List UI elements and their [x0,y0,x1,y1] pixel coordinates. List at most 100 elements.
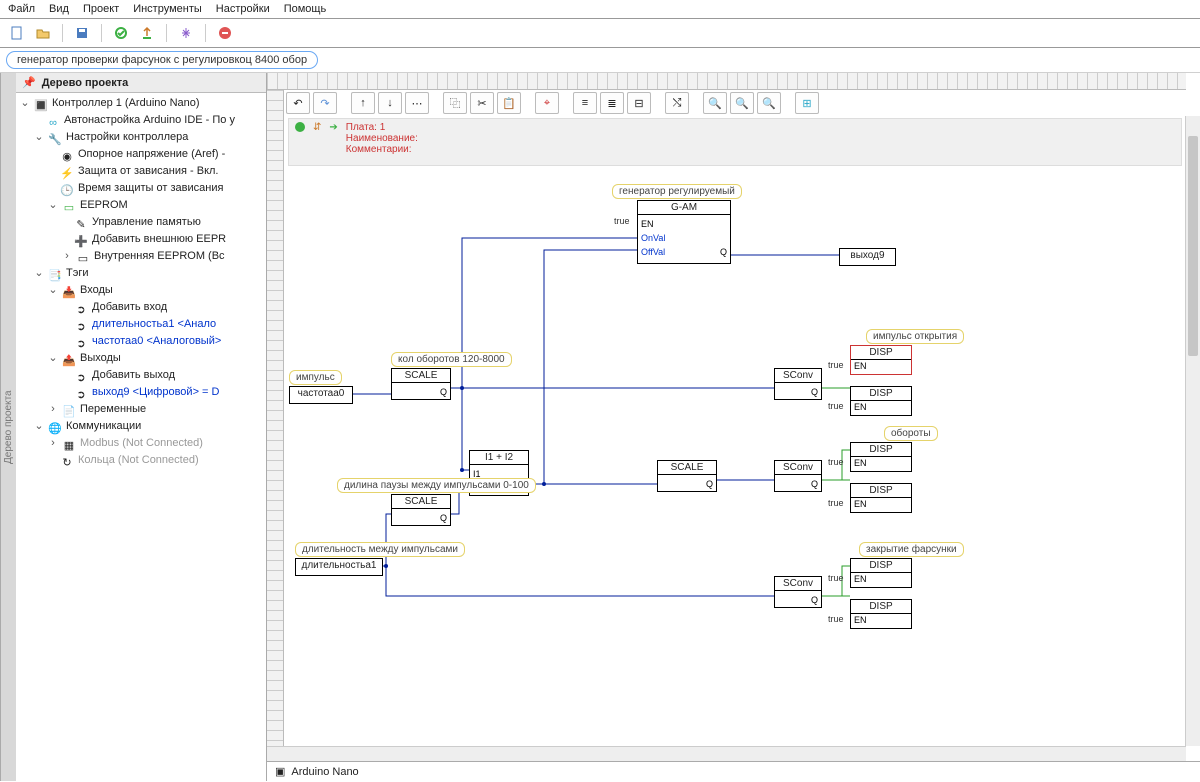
side-tab-tree[interactable]: Дерево проекта [0,73,16,781]
project-tree[interactable]: ⌄🔳Контроллер 1 (Arduino Nano) ∞Автонастр… [16,93,266,471]
check-icon[interactable] [110,22,132,44]
tree-add-ext[interactable]: Добавить внешнюю EEPR [92,231,226,248]
tree-rings[interactable]: Кольца (Not Connected) [78,452,199,469]
disp-hdr: DISP [851,559,911,573]
upload-icon[interactable] [136,22,158,44]
down-icon[interactable]: ↓ [378,92,402,114]
tree-settings[interactable]: Настройки контроллера [66,129,188,146]
block-out9[interactable]: выход9 [839,248,896,266]
block-sconv1[interactable]: SConvQ [774,368,822,400]
tree-eeprom[interactable]: EEPROM [80,197,128,214]
tree-tags[interactable]: Тэги [66,265,89,282]
label-dur[interactable]: длительность между импульсами [295,542,465,557]
rings-icon: ↻ [60,455,74,467]
menu-settings[interactable]: Настройки [216,3,270,15]
up-icon[interactable]: ↑ [351,92,375,114]
tree-aref[interactable]: Опорное напряжение (Aref) - [78,146,225,163]
stop-icon[interactable] [214,22,236,44]
tree-watchdog[interactable]: Защита от зависания - Вкл. [78,163,218,180]
label-close[interactable]: закрытие фарсунки [859,542,964,557]
tree-inputs[interactable]: Входы [80,282,113,299]
block-freq[interactable]: частотаа0 [289,386,353,404]
tree-variables[interactable]: Переменные [80,401,146,418]
arrow-icon: ➲ [74,302,88,314]
tree-comm[interactable]: Коммуникации [66,418,141,435]
redo-icon[interactable]: ↷ [313,92,337,114]
label-rpm[interactable]: кол оборотов 120-8000 [391,352,512,367]
menu-tools[interactable]: Инструменты [133,3,202,15]
label-impulse[interactable]: импульс [289,370,342,385]
tree-mem[interactable]: Управление памятью [92,214,201,231]
menu-help[interactable]: Помощь [284,3,327,15]
block-disp2b[interactable]: DISPEN [850,483,912,513]
block-disp1b[interactable]: DISPEN [850,386,912,416]
document-title[interactable]: генератор проверки фарсунок с регулировк… [6,51,318,69]
diagram-canvas[interactable]: ↶ ↷ ↑ ↓ ⋯ ⿻ ✂ 📋 ⌖ ≡ ≣ ⊟ [284,90,1200,746]
tree-input2[interactable]: частотаа0 <Аналоговый> [92,333,221,350]
block-gam[interactable]: G-AM EN OnVal OffVal Q [637,200,731,264]
layout-icon[interactable]: ⊞ [795,92,819,114]
tree-input1[interactable]: длительностьа1 <Анало [92,316,216,333]
board-icon: 🔳 [34,98,48,110]
menu-file[interactable]: Файл [8,3,35,15]
horizontal-scrollbar[interactable] [267,746,1186,761]
pin-icon[interactable]: 📌 [22,76,36,89]
new-icon[interactable] [6,22,28,44]
info-strip: ⇵ ➔ Плата: 1 Наименование: Комментарии: [288,118,1182,166]
true-lbl: true [828,614,844,624]
find-icon[interactable]: ⌖ [535,92,559,114]
tree-int-eeprom[interactable]: Внутренняя EEPROM (Вс [94,248,225,265]
block-dur[interactable]: длительностьа1 [295,558,383,576]
block-scale1[interactable]: SCALEQ [391,368,451,400]
bottom-tab[interactable]: ▣ Arduino Nano [267,761,1200,781]
tree-autotune[interactable]: Автонастройка Arduino IDE - По у [64,112,235,129]
label-pause[interactable]: дилина паузы между импульсами 0-100 [337,478,536,493]
cut-icon[interactable]: ✂ [470,92,494,114]
open-icon[interactable] [32,22,54,44]
menu-view[interactable]: Вид [49,3,69,15]
align-r-icon[interactable]: ⊟ [627,92,651,114]
tree-output1[interactable]: выход9 <Цифровой> = D [92,384,219,401]
port-en: EN [854,499,867,509]
add-hdr: I1 + I2 [470,451,528,465]
copy-icon[interactable]: ⿻ [443,92,467,114]
label-rpm2[interactable]: обороты [884,426,938,441]
align-c-icon[interactable]: ≣ [600,92,624,114]
port-q: Q [811,595,818,605]
paste-icon[interactable]: 📋 [497,92,521,114]
tree-add-input[interactable]: Добавить вход [92,299,167,316]
upload2-icon: ⇵ [313,122,321,133]
pencil-icon: ✎ [74,217,88,229]
vertical-scrollbar[interactable] [1185,116,1200,746]
undo-icon[interactable]: ↶ [286,92,310,114]
align-l-icon[interactable]: ≡ [573,92,597,114]
more-icon[interactable]: ⋯ [405,92,429,114]
true-lbl: true [828,360,844,370]
tree-add-output[interactable]: Добавить выход [92,367,175,384]
menu-project[interactable]: Проект [83,3,119,15]
block-sconv2[interactable]: SConvQ [774,460,822,492]
port-en: EN [854,361,867,371]
block-disp3a[interactable]: DISPEN [850,558,912,588]
sconv1-hdr: SConv [775,369,821,383]
tree-modbus[interactable]: Modbus (Not Connected) [80,435,203,452]
block-disp3b[interactable]: DISPEN [850,599,912,629]
block-scale2[interactable]: SCALEQ [657,460,717,492]
route-icon[interactable]: ⤭ [665,92,689,114]
block-disp1a[interactable]: DISPEN [850,345,912,375]
settings-icon[interactable] [175,22,197,44]
block-scale3[interactable]: SCALEQ [391,494,451,526]
label-generator[interactable]: генератор регулируемый [612,184,742,199]
block-sconv3[interactable]: SConvQ [774,576,822,608]
zoom-fit-icon[interactable]: 🔍 [757,92,781,114]
tree-controller[interactable]: Контроллер 1 (Arduino Nano) [52,95,200,112]
block-disp2a[interactable]: DISPEN [850,442,912,472]
zoom-in-icon[interactable]: 🔍 [703,92,727,114]
save-icon[interactable] [71,22,93,44]
tree-watchdog-time[interactable]: Время защиты от зависания [78,180,223,197]
zoom-out-icon[interactable]: 🔍 [730,92,754,114]
tree-title: Дерево проекта [42,77,129,89]
label-open[interactable]: импульс открытия [866,329,964,344]
tree-outputs[interactable]: Выходы [80,350,121,367]
port-en: EN [641,219,654,229]
